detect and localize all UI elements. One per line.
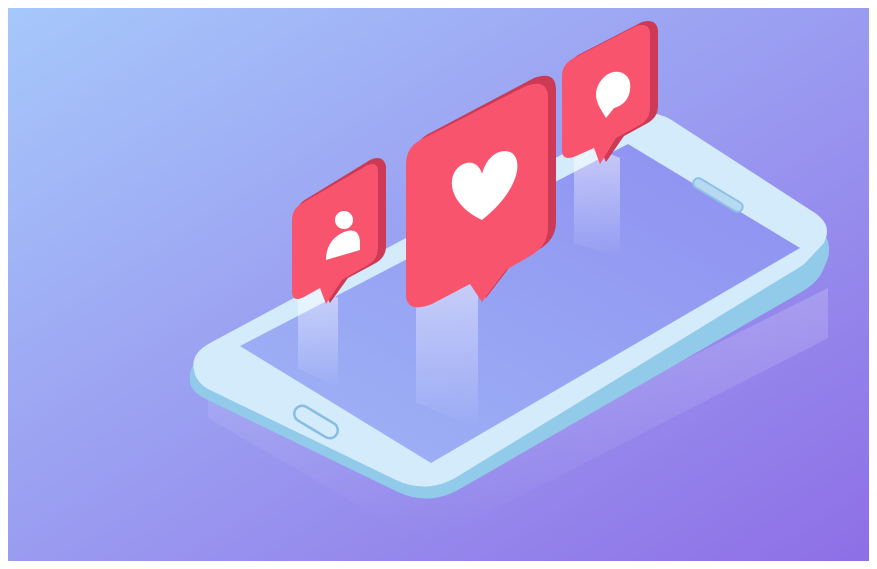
illustration — [8, 8, 869, 561]
illustration-svg — [8, 8, 869, 561]
